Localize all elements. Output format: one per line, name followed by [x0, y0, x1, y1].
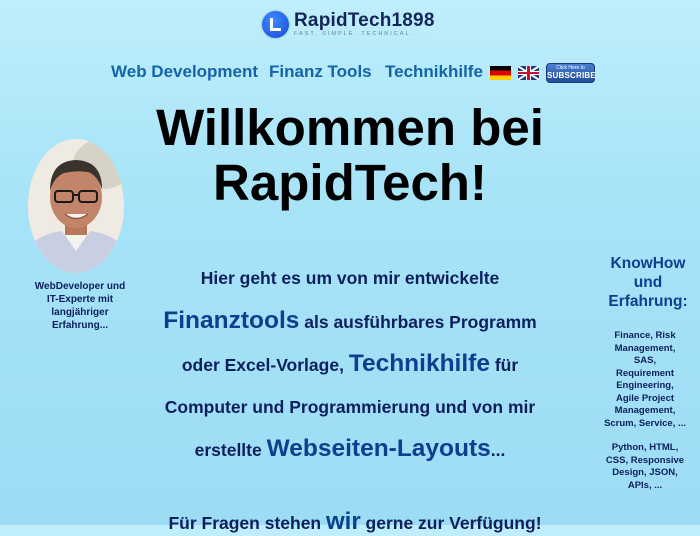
logo-text: RapidTech1898 FAST. SIMPLE. TECHNICAL. .…: [294, 11, 435, 38]
title-line-2: RapidTech!: [213, 154, 487, 211]
contact-start: Für Fragen stehen: [168, 513, 326, 533]
logo-icon: [262, 11, 289, 38]
uk-flag-icon[interactable]: [518, 66, 539, 80]
title-line-1: Willkommen bei: [156, 99, 544, 156]
portrait-image: [28, 139, 124, 273]
avatar: [28, 139, 124, 273]
intro-line-5-start: erstellte: [194, 440, 267, 460]
subscribe-label: SUBSCRIBE: [547, 71, 596, 80]
finanztools-highlight: Finanztools: [163, 306, 300, 334]
german-flag-icon[interactable]: [490, 66, 511, 80]
intro-line-3-start: oder Excel-Vorlage,: [181, 355, 349, 375]
intro-line-1: Hier geht es um von mir entwickelte: [200, 268, 500, 288]
subscribe-button[interactable]: Click Here to SUBSCRIBE: [546, 63, 596, 83]
logo-title: RapidTech1898: [294, 10, 435, 32]
profile-caption: WebDeveloper und IT-Experte mit langjähr…: [34, 281, 126, 331]
nav-technikhilfe[interactable]: Technikhilfe: [385, 62, 483, 82]
knowhow-block-tech: Python, HTML, CSS, Responsive Design, JS…: [605, 442, 685, 491]
intro-line-5-end: ...: [490, 440, 506, 460]
nav-finanz-tools[interactable]: Finanz Tools: [269, 62, 372, 82]
contact-text: Für Fragen stehen wir gerne zur Verfügun…: [145, 508, 565, 536]
knowhow-list: Finance, Risk Management, SAS, Requireme…: [604, 330, 686, 504]
intro-line-2-rest: als ausführbares Programm: [299, 311, 537, 332]
knowhow-title: KnowHow und Erfahrung:: [608, 255, 688, 310]
nav-web-development[interactable]: Web Development: [111, 62, 258, 82]
site-header: RapidTech1898 FAST. SIMPLE. TECHNICAL. .…: [0, 0, 700, 48]
intro-line-3-end: für: [489, 355, 519, 375]
logo-tagline: FAST. SIMPLE. TECHNICAL. . .: [294, 31, 429, 38]
webseiten-highlight: Webseiten-Layouts: [266, 435, 491, 462]
contact-highlight: wir: [325, 508, 361, 535]
contact-end: gerne zur Verfügung!: [360, 513, 542, 533]
technikhilfe-highlight: Technikhilfe: [348, 350, 490, 377]
site-logo[interactable]: RapidTech1898 FAST. SIMPLE. TECHNICAL. .…: [262, 11, 435, 38]
intro-line-4: Computer und Programmierung und von mir: [164, 396, 536, 417]
knowhow-block-finance: Finance, Risk Management, SAS, Requireme…: [604, 330, 686, 429]
intro-text: Hier geht es um von mir entwickelte Fina…: [140, 258, 560, 472]
page-title: Willkommen bei RapidTech!: [130, 100, 570, 210]
